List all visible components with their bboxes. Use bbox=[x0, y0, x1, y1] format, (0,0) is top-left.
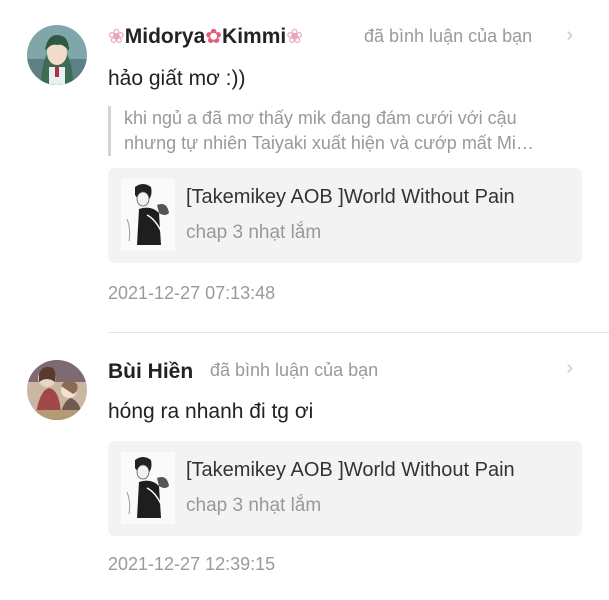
username-part: Kimmi bbox=[222, 24, 287, 48]
timestamp: 2021-12-27 12:39:15 bbox=[108, 554, 276, 574]
story-thumbnail bbox=[121, 179, 175, 251]
story-title: [Takemikey AOB ]World Without Pain bbox=[186, 459, 515, 481]
avatar[interactable] bbox=[27, 360, 87, 420]
chevron-right-icon[interactable]: › bbox=[566, 24, 573, 47]
quote-line: nhưng tự nhiên Taiyaki xuất hiện và cướp… bbox=[124, 133, 534, 153]
notification-item[interactable]: Bùi Hiền đã bình luận của bạn › hóng ra … bbox=[0, 333, 609, 600]
story-card[interactable]: [Takemikey AOB ]World Without Pain chap … bbox=[108, 168, 582, 263]
username-part: Midorya bbox=[124, 24, 206, 48]
story-title: [Takemikey AOB ]World Without Pain bbox=[186, 186, 515, 208]
username[interactable]: Bùi Hiền bbox=[108, 360, 193, 384]
comment-text: hảo giất mơ :)) bbox=[108, 67, 246, 90]
timestamp: 2021-12-27 07:13:48 bbox=[108, 283, 276, 303]
action-text: đã bình luận của bạn bbox=[210, 360, 379, 380]
story-thumbnail bbox=[121, 452, 175, 524]
chevron-right-icon[interactable]: › bbox=[566, 357, 573, 380]
username[interactable]: ❀ Midorya ✿ Kimmi ❀ bbox=[108, 24, 303, 49]
flower-icon: ✿ bbox=[205, 26, 223, 48]
flower-icon: ❀ bbox=[286, 26, 303, 48]
quote-line: khi ngủ a đã mơ thấy mik đang đám cưới v… bbox=[124, 108, 517, 128]
chapter-name: chap 3 nhạt lắm bbox=[186, 495, 322, 516]
notification-item[interactable]: ❀ Midorya ✿ Kimmi ❀ đã bình luận của bạn… bbox=[0, 0, 609, 332]
chapter-name: chap 3 nhạt lắm bbox=[186, 222, 322, 243]
flower-icon: ❀ bbox=[108, 26, 125, 48]
comment-text: hóng ra nhanh đi tg ơi bbox=[108, 400, 314, 423]
avatar[interactable] bbox=[27, 25, 87, 85]
quoted-comment: khi ngủ a đã mơ thấy mik đang đám cưới v… bbox=[108, 106, 599, 156]
story-card[interactable]: [Takemikey AOB ]World Without Pain chap … bbox=[108, 441, 582, 536]
action-text: đã bình luận của bạn bbox=[364, 26, 533, 46]
